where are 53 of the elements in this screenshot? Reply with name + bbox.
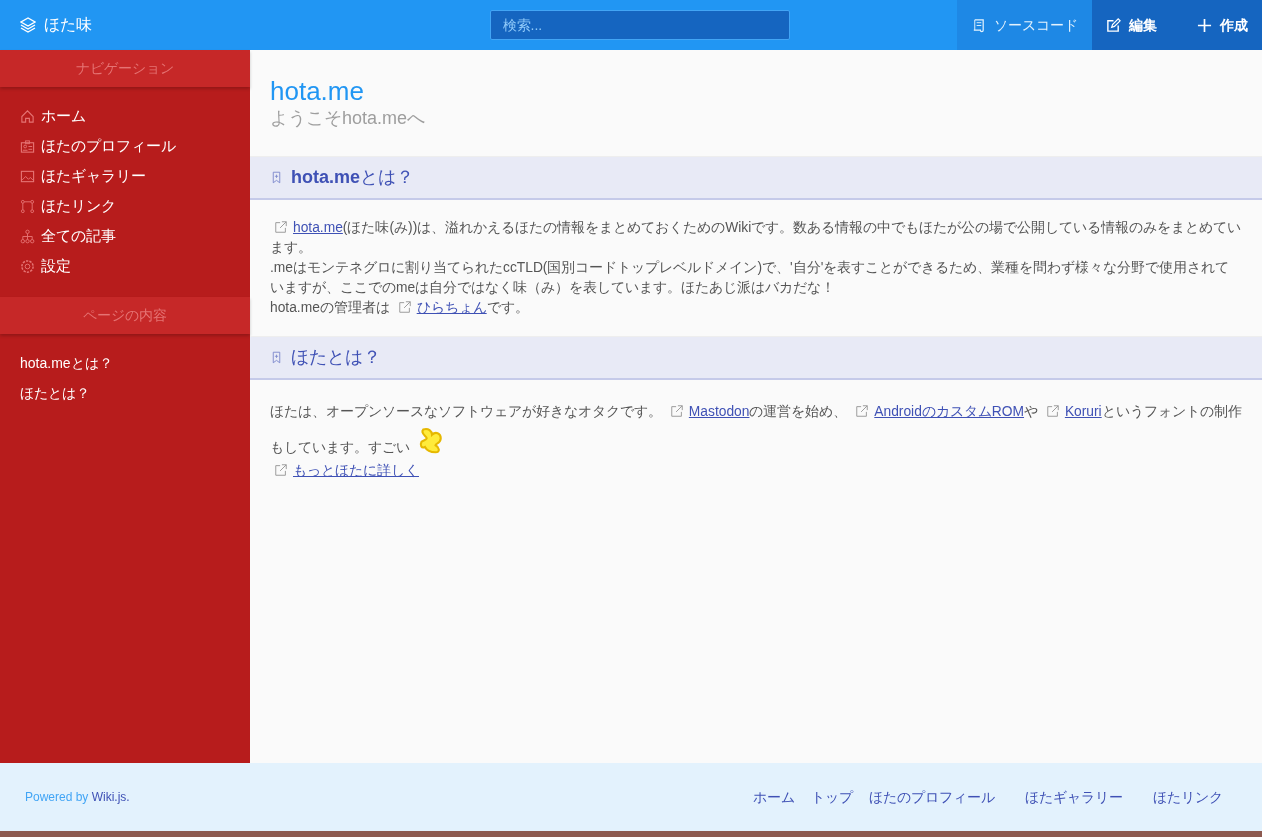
- id-card-icon: [20, 138, 35, 154]
- external-link-icon: [1045, 403, 1060, 418]
- settings-icon: [20, 258, 35, 274]
- paragraph-text: .meはモンテネグロに割り当てられたccTLD(国別コードトップレベルドメイン)で、'自分'を表すことができるため、業種を問わず様々な分野で使用されていますが、ここでのmeは自分ではなく味（み）を表しています。ほたあじ派はバカだな！: [270, 259, 1231, 297]
- layers-icon: [20, 17, 36, 33]
- paragraph-text: hota.me(ほた味(み))は、溢れかえるほたの情報をまとめておくためのWikiです。数ある情報の中でもほたが公の場で公開している情報のみをまとめています。: [270, 218, 1242, 257]
- sidebar-item[interactable]: ほたのプロフィール: [0, 131, 250, 161]
- page-subtitle: ようこそhota.meへ: [270, 107, 427, 130]
- text-link[interactable]: AndroidのカスタムROM: [874, 404, 1025, 419]
- sidebar-item[interactable]: 全ての記事: [0, 221, 250, 251]
- external-link-icon: [855, 403, 870, 418]
- edit-icon: [1106, 17, 1121, 33]
- sidebar-section-header: ページの内容: [0, 297, 250, 334]
- footer-link[interactable]: ほたギャラリー: [1025, 786, 1123, 808]
- text-link[interactable]: ひらちょん: [416, 300, 487, 315]
- search-field[interactable]: 検索...: [489, 10, 790, 40]
- page-title: hota.me: [270, 76, 365, 106]
- powered-by-text: Powered by Wiki.js.: [25, 789, 130, 806]
- external-link-icon: [274, 219, 288, 234]
- footer-link[interactable]: ほたリンク: [1153, 786, 1223, 808]
- sidebar-section-header: ナビゲーション: [0, 50, 250, 87]
- text-link[interactable]: もっとほたに詳しく: [293, 463, 419, 478]
- sidebar-item[interactable]: ホーム: [0, 101, 250, 131]
- external-link-icon: [669, 403, 684, 418]
- nodes-icon: [20, 198, 35, 214]
- image-icon: [20, 168, 35, 184]
- sidebar-item[interactable]: ほたリンク: [0, 191, 250, 221]
- plus-icon: [1197, 17, 1212, 33]
- footer-link[interactable]: トップ: [811, 786, 853, 808]
- sitemap-icon: [20, 228, 35, 244]
- section-title: ほたとは？: [291, 346, 381, 369]
- external-link-icon: [274, 462, 288, 477]
- sidebar-item[interactable]: 設定: [0, 251, 250, 281]
- section-title: hota.meとは？: [291, 166, 414, 189]
- text-link[interactable]: Mastodon: [688, 404, 750, 419]
- source-code-button[interactable]: ソースコード: [957, 0, 1092, 50]
- create-button[interactable]: 作成: [1183, 0, 1262, 50]
- paragraph-text: hota.meの管理者は ひらちょんです。: [270, 298, 530, 317]
- home-icon: [20, 108, 35, 124]
- bookmark-icon: [270, 171, 283, 184]
- sidebar-item[interactable]: ほたとは？: [0, 378, 250, 408]
- external-link-icon: [397, 299, 412, 314]
- text-link[interactable]: hota.me: [293, 220, 343, 235]
- edit-button[interactable]: 編集: [1092, 0, 1183, 50]
- footer-link[interactable]: ホーム: [753, 786, 795, 808]
- sidebar-item[interactable]: hota.meとは？: [0, 348, 250, 378]
- scroll-icon: [971, 17, 986, 33]
- paragraph-text: ほたは、オープンソースなソフトウェアが好きなオタクです。 Mastodonの運営を始め、 AndroidのカスタムROMや Koruri というフォントの制作もしています。すごい: [270, 402, 1242, 457]
- bookmark-icon: [270, 351, 283, 364]
- text-link[interactable]: Koruri: [1064, 404, 1102, 419]
- sidebar-item[interactable]: ほたギャラリー: [0, 161, 250, 191]
- footer-link[interactable]: ほたのプロフィール: [869, 786, 995, 808]
- site-title: ほた味: [44, 15, 92, 35]
